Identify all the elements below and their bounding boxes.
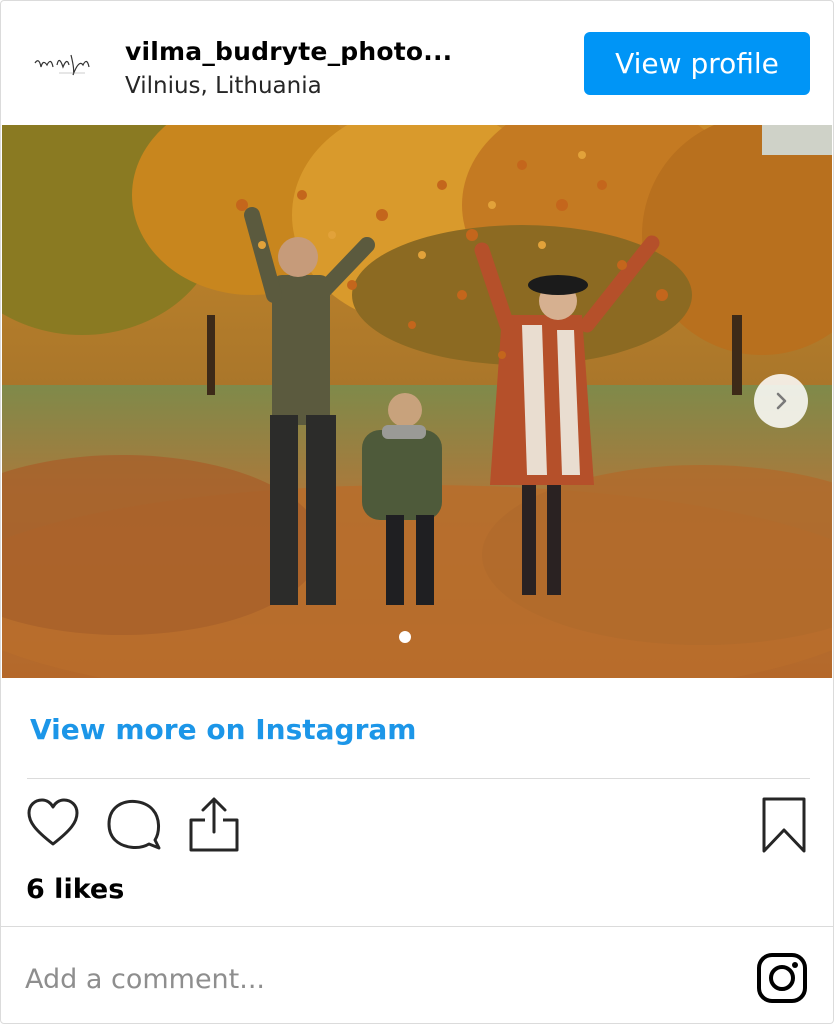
username-link[interactable]: vilma_budryte_photo... bbox=[125, 35, 565, 69]
share-upload-icon bbox=[189, 797, 239, 852]
chevron-right-icon bbox=[776, 392, 787, 410]
carousel-dots bbox=[399, 631, 411, 643]
post-photo[interactable] bbox=[2, 125, 832, 678]
divider bbox=[1, 926, 833, 927]
divider bbox=[27, 778, 810, 779]
autumn-family-photo bbox=[2, 125, 832, 678]
comment-input[interactable] bbox=[25, 953, 625, 1005]
view-profile-button[interactable]: View profile bbox=[584, 32, 810, 95]
avatar-logo bbox=[34, 54, 90, 76]
comment-button[interactable] bbox=[105, 796, 163, 854]
like-button[interactable] bbox=[25, 796, 81, 852]
avatar[interactable] bbox=[29, 45, 97, 83]
carousel-dot-active bbox=[399, 631, 411, 643]
instagram-logo-icon bbox=[757, 953, 807, 1003]
instagram-embed-card: vilma_budryte_photo... Vilnius, Lithuani… bbox=[0, 0, 834, 1024]
comment-bubble-icon bbox=[107, 800, 161, 850]
next-photo-button[interactable] bbox=[754, 374, 808, 428]
save-button[interactable] bbox=[761, 796, 807, 854]
location-link[interactable]: Vilnius, Lithuania bbox=[125, 71, 565, 101]
share-button[interactable] bbox=[187, 796, 241, 854]
bookmark-icon bbox=[762, 797, 806, 853]
likes-count[interactable]: 6 likes bbox=[26, 874, 124, 905]
user-info: vilma_budryte_photo... Vilnius, Lithuani… bbox=[125, 35, 565, 101]
heart-icon bbox=[27, 798, 79, 846]
post-header: vilma_budryte_photo... Vilnius, Lithuani… bbox=[1, 1, 833, 125]
view-more-link[interactable]: View more on Instagram bbox=[30, 713, 416, 746]
instagram-link[interactable] bbox=[756, 952, 808, 1008]
